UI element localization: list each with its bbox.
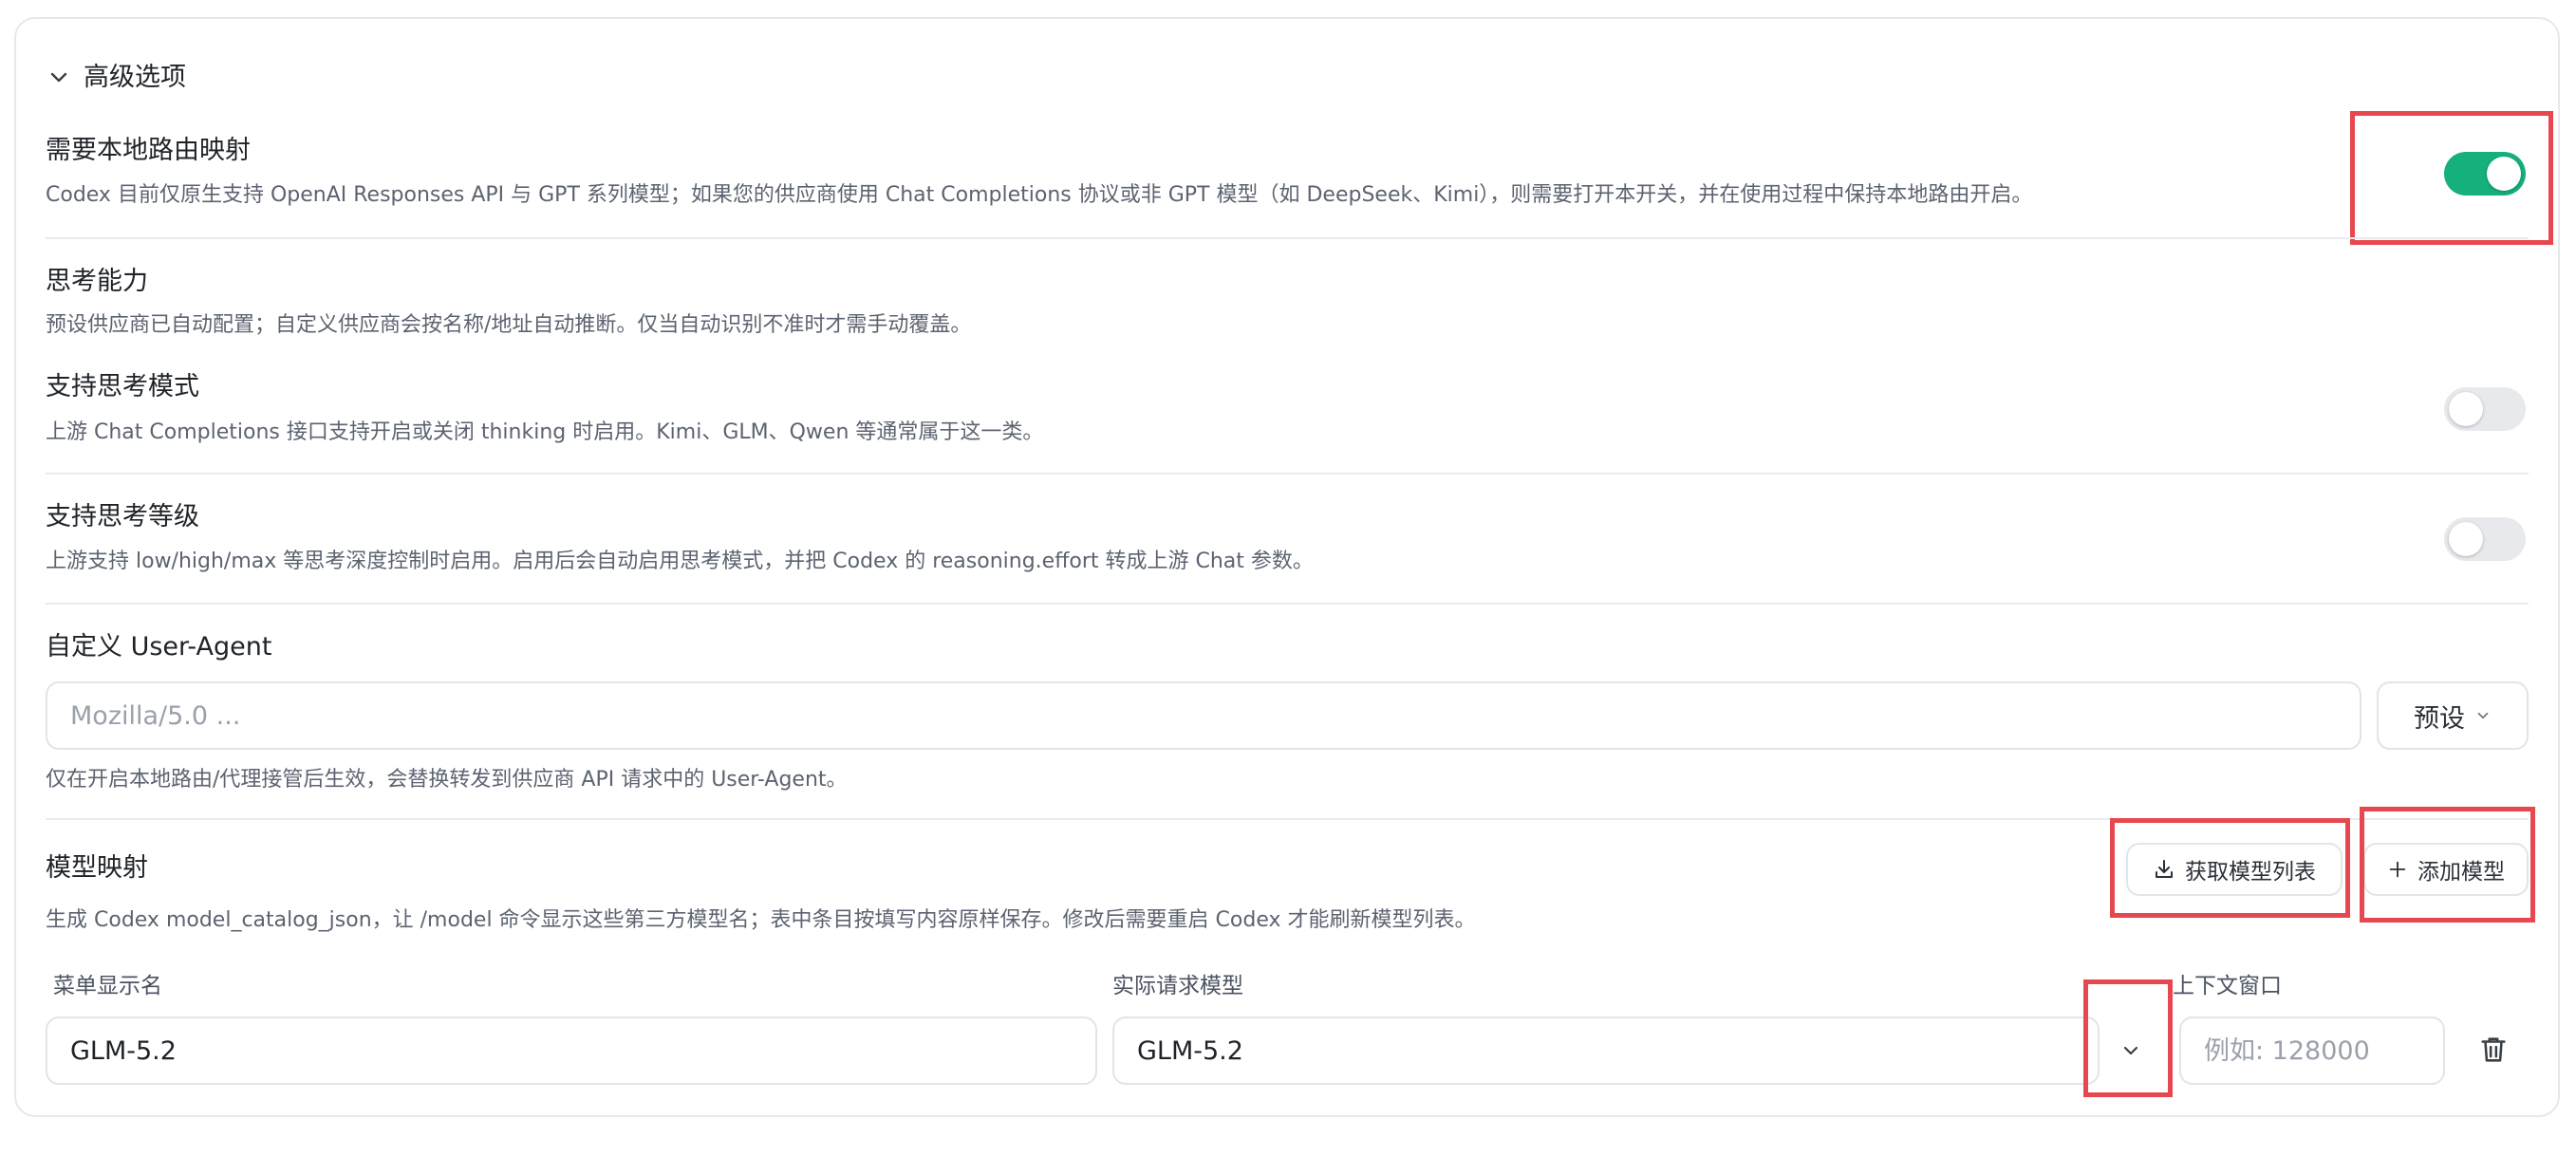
chevron-down-icon: [2477, 712, 2489, 719]
model-mapping-title: 模型映射: [46, 853, 148, 883]
thinking-level-toggle[interactable]: [2444, 517, 2526, 561]
divider: [46, 473, 2529, 475]
trash-icon: [2481, 1037, 2506, 1062]
section-title: 高级选项: [84, 63, 186, 92]
toggle-knob: [2449, 522, 2483, 556]
user-agent-title: 自定义 User-Agent: [46, 632, 272, 662]
context-window-input[interactable]: [2179, 1016, 2445, 1085]
thinking-mode-title: 支持思考模式: [46, 372, 199, 401]
advanced-options-toggle[interactable]: 高级选项: [47, 61, 186, 95]
model-mapping-desc: 生成 Codex model_catalog_json，让 /model 命令显…: [46, 908, 1476, 932]
thinking-mode-toggle[interactable]: [2444, 387, 2526, 431]
user-agent-input[interactable]: [46, 681, 2361, 750]
highlight-box: [2083, 979, 2173, 1097]
thinking-desc: 预设供应商已自动配置；自定义供应商会按名称/地址自动推断。仅当自动识别不准时才需…: [46, 313, 972, 337]
request-model-input[interactable]: [1112, 1016, 2100, 1085]
divider: [46, 603, 2529, 605]
thinking-mode-desc: 上游 Chat Completions 接口支持开启或关闭 thinking 时…: [46, 420, 1044, 444]
thinking-title: 思考能力: [46, 267, 148, 296]
highlight-box: [2360, 807, 2535, 923]
user-agent-note: 仅在开启本地路由/代理接管后生效，会替换转发到供应商 API 请求中的 User…: [46, 768, 848, 792]
divider: [46, 237, 2529, 239]
thinking-level-desc: 上游支持 low/high/max 等思考深度控制时启用。启用后会自动启用思考模…: [46, 550, 1314, 573]
display-name-input[interactable]: [46, 1016, 1097, 1085]
preset-dropdown[interactable]: 预设: [2377, 681, 2529, 750]
thinking-level-title: 支持思考等级: [46, 502, 199, 531]
preset-label: 预设: [2414, 703, 2465, 734]
column-context-window: 上下文窗口: [2173, 974, 2282, 998]
column-request-model: 实际请求模型: [1112, 974, 1243, 998]
column-display-name: 菜单显示名: [53, 974, 162, 998]
toggle-knob: [2449, 392, 2483, 426]
local-routing-desc: Codex 目前仅原生支持 OpenAI Responses API 与 GPT…: [46, 183, 2033, 207]
chevron-down-icon: [50, 72, 67, 83]
local-routing-title: 需要本地路由映射: [46, 136, 251, 165]
delete-row-button[interactable]: [2477, 1033, 2510, 1071]
highlight-box: [2110, 818, 2350, 918]
highlight-box: [2350, 111, 2553, 245]
